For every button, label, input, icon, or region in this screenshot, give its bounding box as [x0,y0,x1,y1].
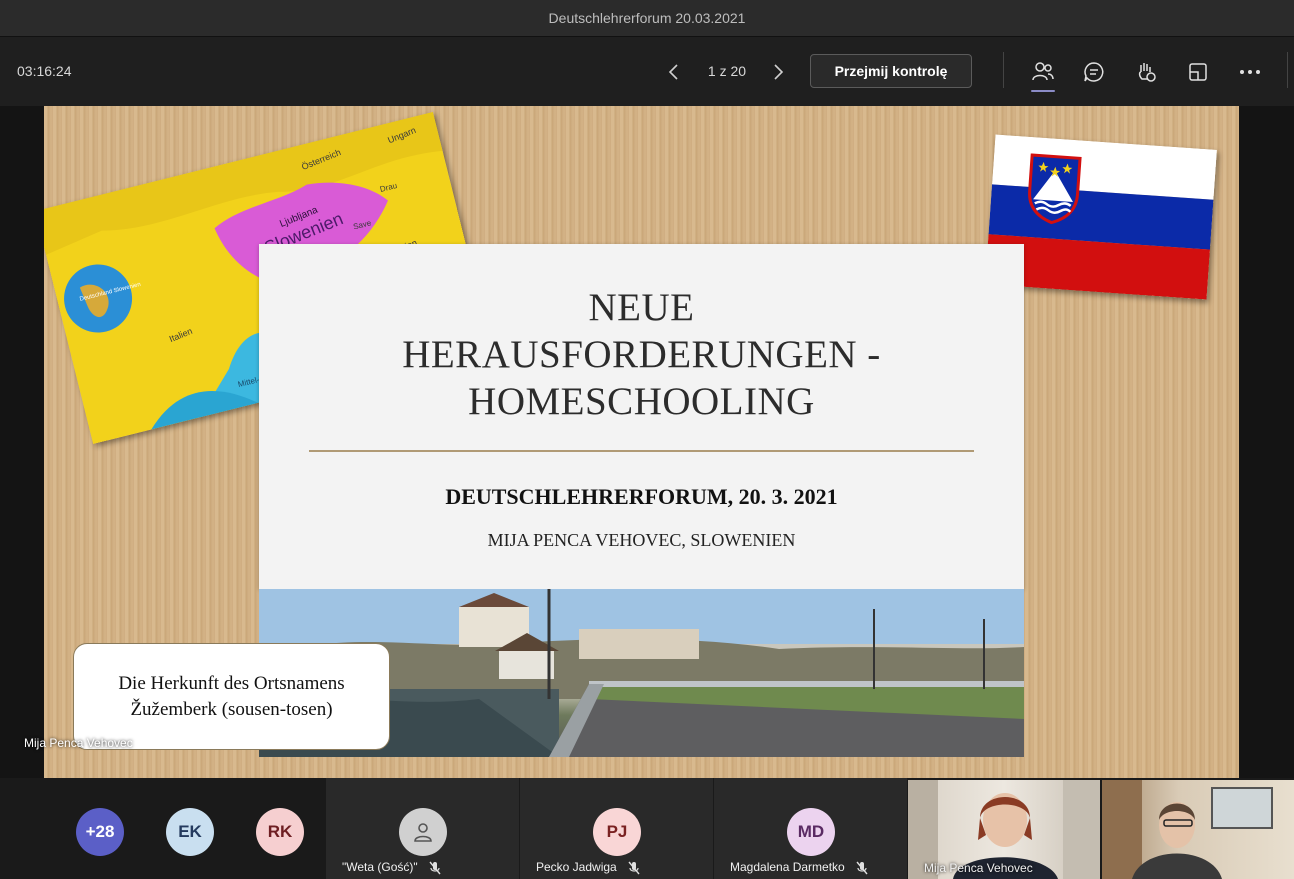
participant-avatar-md: MD [787,808,835,856]
mic-off-icon [856,861,868,875]
more-icon [1240,70,1260,74]
participant-avatar-pj: PJ [593,808,641,856]
participant-avatar-rk[interactable]: RK [256,808,304,856]
slide-title-card: NEUE HERAUSFORDERUNGEN - HOMESCHOOLING D… [259,244,1024,589]
slide-page-indicator: 1 z 20 [707,63,747,79]
participant-avatar-ek[interactable]: EK [166,808,214,856]
mic-off-icon [429,861,441,875]
slide-subtitle: DEUTSCHLEHRERFORUM, 20. 3. 2021 [445,484,838,509]
presenter-name-label: Mija Penca Vehovec [24,736,133,750]
mic-off-icon [628,861,640,875]
slovenia-coat-of-arms-icon [1028,153,1082,225]
participant-name: Magdalena Darmetko [730,860,845,875]
toolbar-divider [1003,52,1004,88]
share-tray-icon [1189,63,1207,81]
guest-avatar [399,808,447,856]
participant-tile-md[interactable]: MD Magdalena Darmetko [714,778,907,879]
more-options-button[interactable] [1234,56,1266,88]
chevron-left-icon [668,64,678,80]
participant-name: "Weta (Gość)" [342,860,418,875]
people-icon [1032,62,1054,81]
shared-content-stage: Slowenien Ljubljana Österreich Ungarn Kr… [0,106,1294,778]
caption-line-1: Die Herkunft des Ortsnamens [118,672,345,694]
participants-button[interactable] [1027,56,1059,92]
chat-button[interactable] [1078,56,1110,88]
window-title-bar: Deutschlehrerforum 20.03.2021 [0,0,1294,37]
participant-tile-pj[interactable]: PJ Pecko Jadwiga [520,778,713,879]
presentation-slide: Slowenien Ljubljana Österreich Ungarn Kr… [44,106,1239,778]
meeting-toolbar: 03:16:24 1 z 20 Przejmij kontrolę [0,38,1294,106]
participants-strip: +28 EK RK "Weta (Gość)" PJ Pecko Jadwiga… [0,778,1294,879]
person-icon [414,823,432,842]
chat-icon [1084,62,1104,82]
take-control-button[interactable]: Przejmij kontrolę [810,54,972,88]
meeting-title: Deutschlehrerforum 20.03.2021 [548,10,746,26]
toolbar-divider [1287,52,1288,88]
share-tray-button[interactable] [1182,56,1214,88]
chevron-right-icon [774,64,784,80]
participant-video-2[interactable] [1102,780,1294,879]
participant-video-feed [1102,780,1273,879]
reactions-button[interactable] [1130,56,1162,88]
participant-name: Mija Penca Vehovec [924,861,1033,875]
more-participants-button[interactable]: +28 [76,808,124,856]
title-divider [309,450,974,452]
slide-author: MIJA PENCA VEHOVEC, SLOWENIEN [487,530,796,550]
previous-slide-button[interactable] [661,58,685,86]
participant-name: Pecko Jadwiga [536,860,617,875]
slide-title: NEUE HERAUSFORDERUNGEN - HOMESCHOOLING [402,286,881,423]
participant-video-presenter[interactable]: Mija Penca Vehovec [908,780,1100,879]
participant-tile-guest[interactable]: "Weta (Gość)" [326,778,519,879]
meeting-timer: 03:16:24 [17,63,72,79]
next-slide-button[interactable] [767,58,791,86]
caption-line-2: Žužemberk (sousen-tosen) [130,698,333,720]
raise-hand-icon [1138,63,1156,82]
origin-caption-box: Die Herkunft des Ortsnamens Žužemberk (s… [73,643,390,750]
